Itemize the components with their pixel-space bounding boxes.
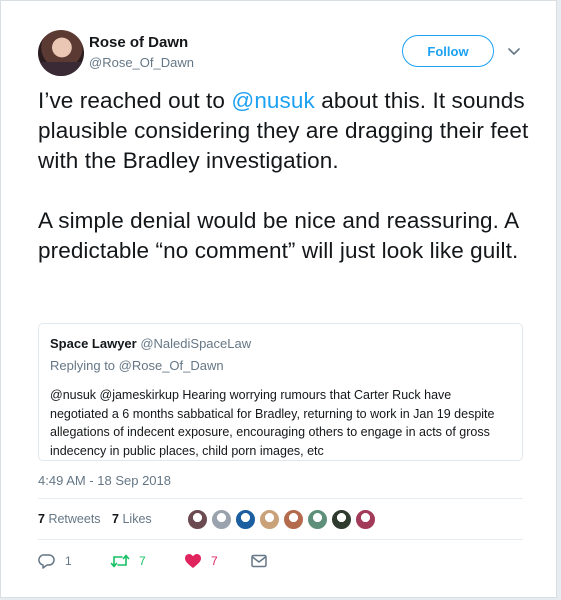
quoted-tweet-header: Space Lawyer @NalediSpaceLaw: [50, 336, 512, 352]
tweet-text: I’ve reached out to @nusuk about this. I…: [38, 86, 538, 266]
tweet-paragraph-1: I’ve reached out to @nusuk about this. I…: [38, 86, 538, 176]
mention-link[interactable]: @nusuk: [231, 88, 314, 113]
reply-icon: [38, 554, 55, 569]
follow-button[interactable]: Follow: [402, 35, 494, 67]
heart-icon: [185, 554, 201, 568]
liker-avatar[interactable]: [187, 509, 208, 530]
liker-avatars: [187, 509, 376, 530]
author-handle[interactable]: @Rose_Of_Dawn: [89, 55, 194, 70]
author-display-name[interactable]: Rose of Dawn: [89, 34, 188, 51]
liker-avatar[interactable]: [235, 509, 256, 530]
quoted-tweet-text: @nusuk @jameskirkup Hearing worrying rum…: [50, 388, 495, 458]
tweet-text-segment: I’ve reached out to: [38, 88, 232, 113]
quoted-replying-to: Replying to @Rose_Of_Dawn: [50, 358, 224, 373]
like-count: 7: [211, 554, 218, 568]
likes-count: 7: [112, 512, 119, 526]
liker-avatar[interactable]: [331, 509, 352, 530]
tweet-card: Rose of Dawn @Rose_Of_Dawn Follow I’ve r…: [0, 0, 557, 598]
tweet-actions: 1 7 7: [38, 552, 268, 570]
author-avatar[interactable]: [38, 30, 84, 76]
retweets-stat[interactable]: 7 Retweets: [38, 512, 101, 526]
retweet-count: 7: [139, 554, 146, 568]
retweets-count: 7: [38, 512, 45, 526]
likes-stat[interactable]: 7 Likes: [112, 512, 152, 526]
envelope-icon: [251, 554, 267, 568]
quoted-author-name: Space Lawyer: [50, 336, 137, 351]
quoted-tweet[interactable]: Space Lawyer @NalediSpaceLaw Replying to…: [38, 323, 523, 461]
tweet-stats: 7 Retweets 7 Likes: [38, 512, 152, 526]
chevron-down-icon[interactable]: [506, 43, 522, 59]
retweet-icon: [110, 554, 130, 568]
retweet-button[interactable]: 7: [110, 552, 184, 570]
reply-count: 1: [65, 554, 72, 568]
like-button[interactable]: 7: [184, 552, 250, 570]
tweet-timestamp[interactable]: 4:49 AM - 18 Sep 2018: [38, 473, 171, 488]
liker-avatar[interactable]: [283, 509, 304, 530]
reply-button[interactable]: 1: [38, 552, 110, 570]
direct-message-button[interactable]: [250, 552, 268, 570]
divider: [38, 498, 523, 499]
likes-label: Likes: [122, 512, 152, 526]
liker-avatar[interactable]: [307, 509, 328, 530]
liker-avatar[interactable]: [259, 509, 280, 530]
retweets-label: Retweets: [48, 512, 101, 526]
quoted-author-handle: @NalediSpaceLaw: [140, 336, 252, 351]
tweet-paragraph-2: A simple denial would be nice and reassu…: [38, 208, 519, 263]
divider: [38, 539, 523, 540]
liker-avatar[interactable]: [355, 509, 376, 530]
liker-avatar[interactable]: [211, 509, 232, 530]
